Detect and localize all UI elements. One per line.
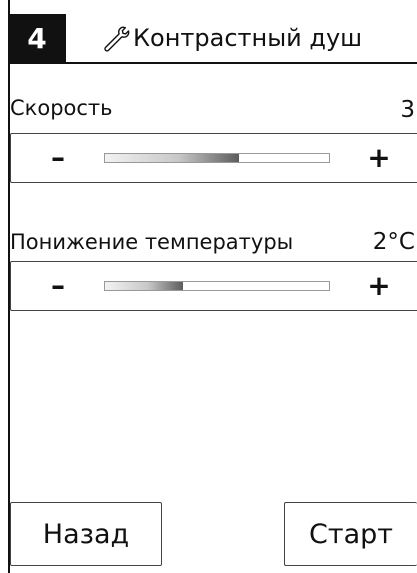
start-button[interactable]: Старт — [284, 502, 417, 566]
step-badge: 4 — [8, 14, 66, 62]
temp-drop-slider-fill — [105, 282, 184, 290]
wrench-icon — [104, 26, 130, 52]
temp-drop-increase-button[interactable]: + — [354, 262, 404, 310]
temp-drop-decrease-button[interactable]: – — [33, 262, 83, 310]
speed-increase-button[interactable]: + — [354, 134, 404, 182]
temp-drop-value: 2°C — [372, 229, 415, 255]
speed-stepper: – + — [10, 133, 417, 183]
speed-value: 3 — [400, 97, 415, 123]
back-button[interactable]: Назад — [10, 502, 162, 566]
header: 4 Контрастный душ — [8, 14, 417, 64]
speed-decrease-button[interactable]: – — [33, 134, 83, 182]
temp-drop-slider[interactable] — [104, 281, 330, 291]
speed-label: Скорость — [10, 96, 113, 120]
speed-slider-fill — [105, 154, 240, 162]
page-title: Контрастный душ — [133, 24, 363, 52]
temp-drop-stepper: – + — [10, 261, 417, 311]
temp-drop-label: Понижение температуры — [10, 230, 294, 254]
speed-slider[interactable] — [104, 153, 330, 163]
